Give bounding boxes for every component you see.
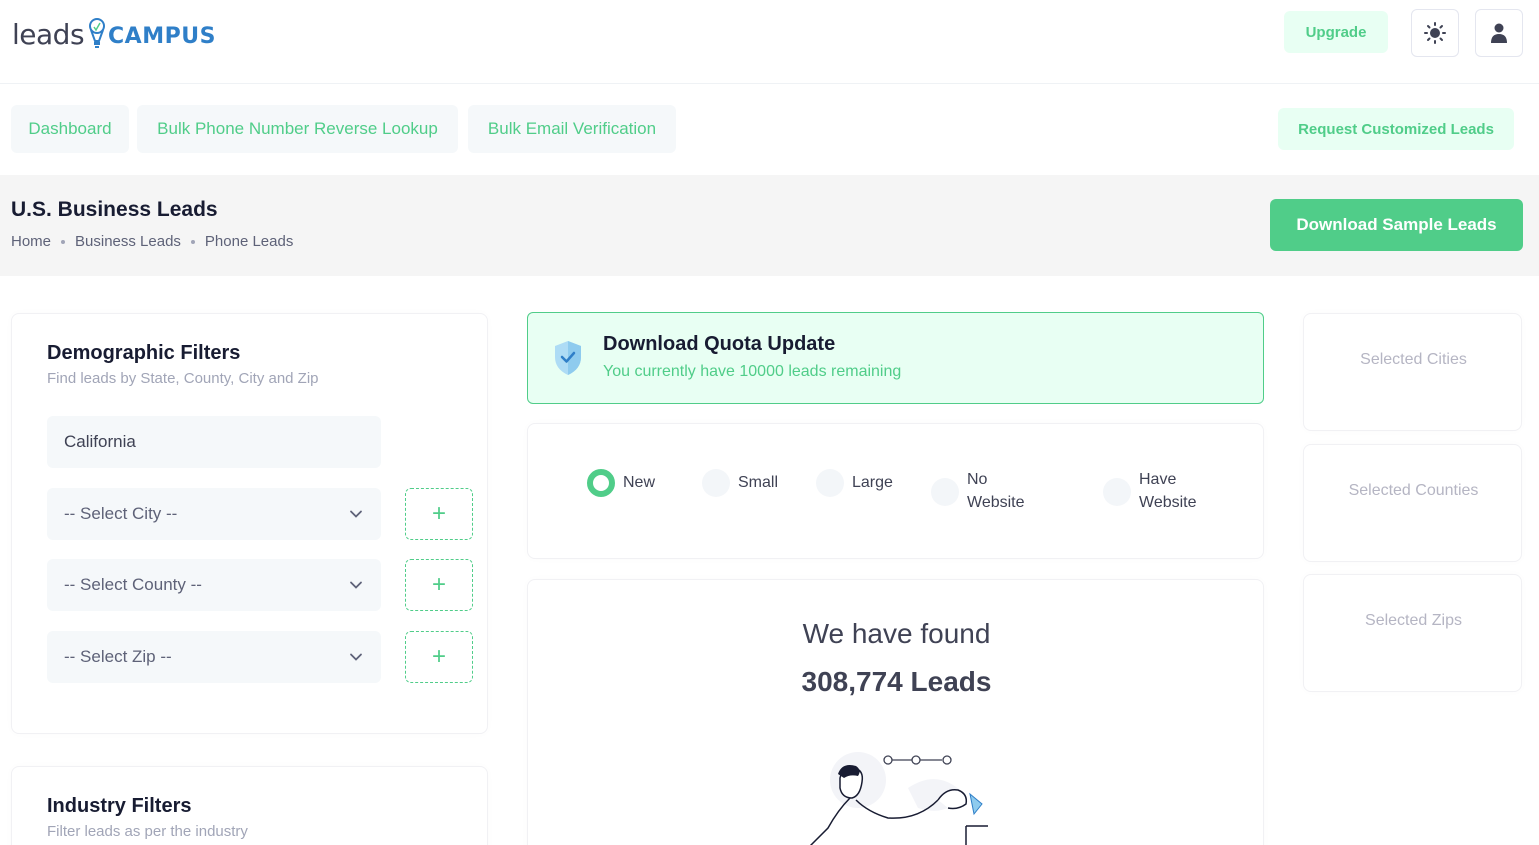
- radio-small-label[interactable]: Small: [738, 471, 778, 494]
- found-count: 308,774 Leads: [801, 666, 992, 697]
- breadcrumb-separator: [190, 239, 195, 244]
- nav-bulk-phone-lookup[interactable]: Bulk Phone Number Reverse Lookup: [137, 105, 458, 153]
- user-menu-button[interactable]: [1475, 9, 1523, 57]
- chevron-down-icon: [350, 581, 362, 589]
- sun-icon: [1424, 22, 1446, 44]
- radio-have-website-line2: Website: [1139, 494, 1197, 511]
- lightbulb-icon: [89, 18, 106, 48]
- found-heading: We have found: [802, 618, 991, 649]
- breadcrumb-home[interactable]: Home: [11, 233, 51, 250]
- radio-no-website-line2: Website: [967, 494, 1025, 511]
- radio-have-website-label[interactable]: Have Website: [1139, 468, 1197, 514]
- demographic-filters-card: Demographic Filters Find leads by State,…: [11, 313, 488, 734]
- chevron-down-icon: [350, 653, 362, 661]
- city-select-value: -- Select City --: [64, 504, 178, 523]
- lead-type-options-card: New Small Large No Website Have Website: [527, 423, 1264, 559]
- selected-cities-card: Selected Cities: [1303, 313, 1522, 431]
- county-select-value: -- Select County --: [64, 575, 202, 594]
- chevron-down-icon: [350, 510, 362, 518]
- breadcrumb-phone-leads: Phone Leads: [204, 233, 294, 250]
- quota-title: Download Quota Update: [603, 333, 836, 355]
- page-toolbar: U.S. Business Leads Home Business Leads …: [0, 175, 1539, 276]
- county-select[interactable]: -- Select County --: [47, 559, 381, 611]
- request-customized-leads-button[interactable]: Request Customized Leads: [1278, 108, 1514, 150]
- breadcrumb-business-leads[interactable]: Business Leads: [75, 233, 181, 250]
- breadcrumb: Home Business Leads Phone Leads: [11, 233, 293, 250]
- nav-bulk-email-verification[interactable]: Bulk Email Verification: [468, 105, 676, 153]
- add-city-button[interactable]: +: [405, 488, 473, 540]
- radio-new-label[interactable]: New: [623, 471, 655, 494]
- download-quota-alert: Download Quota Update You currently have…: [527, 312, 1264, 404]
- logo-leads-text: leads: [12, 17, 85, 51]
- selected-zips-label: Selected Zips: [1365, 612, 1462, 629]
- radio-new[interactable]: [587, 469, 615, 497]
- add-county-button[interactable]: +: [405, 559, 473, 611]
- selected-zips-card: Selected Zips: [1303, 574, 1522, 692]
- logo-campus-text: CAMPUS: [108, 23, 216, 49]
- upgrade-button[interactable]: Upgrade: [1284, 11, 1388, 53]
- add-zip-button[interactable]: +: [405, 631, 473, 683]
- person-illustration: [809, 752, 988, 845]
- theme-toggle-button[interactable]: [1411, 9, 1459, 57]
- shield-check-icon: [555, 341, 581, 375]
- demographic-filters-title: Demographic Filters: [47, 342, 241, 364]
- nav-dashboard[interactable]: Dashboard: [11, 105, 129, 153]
- selected-cities-label: Selected Cities: [1360, 351, 1467, 368]
- city-select[interactable]: -- Select City --: [47, 488, 381, 540]
- breadcrumb-separator: [61, 239, 66, 244]
- zip-select-value: -- Select Zip --: [64, 647, 172, 666]
- industry-filters-subtitle: Filter leads as per the industry: [47, 823, 248, 840]
- zip-select[interactable]: -- Select Zip --: [47, 631, 381, 683]
- selected-counties-label: Selected Counties: [1348, 482, 1479, 499]
- radio-small[interactable]: [702, 469, 730, 497]
- state-field[interactable]: California: [47, 416, 381, 468]
- radio-large-label[interactable]: Large: [852, 471, 893, 494]
- leadscampus-logo[interactable]: leads CAMPUS: [12, 14, 216, 54]
- radio-no-website[interactable]: [931, 478, 959, 506]
- page-title: U.S. Business Leads: [11, 198, 218, 221]
- industry-filters-title: Industry Filters: [47, 795, 192, 817]
- leads-found-card: We have found 308,774 Leads: [527, 579, 1264, 845]
- top-header: leads CAMPUS Upgrade: [0, 0, 1539, 84]
- selected-counties-card: Selected Counties: [1303, 444, 1522, 562]
- radio-have-website[interactable]: [1103, 478, 1131, 506]
- radio-large[interactable]: [816, 469, 844, 497]
- radio-have-website-line1: Have: [1139, 471, 1177, 488]
- download-sample-leads-button[interactable]: Download Sample Leads: [1270, 199, 1523, 251]
- radio-no-website-label[interactable]: No Website: [967, 468, 1025, 514]
- demographic-filters-subtitle: Find leads by State, County, City and Zi…: [47, 370, 319, 387]
- radio-no-website-line1: No: [967, 471, 988, 488]
- industry-filters-card: Industry Filters Filter leads as per the…: [11, 766, 488, 845]
- user-icon: [1491, 23, 1507, 43]
- quota-remaining-text: You currently have 10000 leads remaining: [603, 363, 902, 380]
